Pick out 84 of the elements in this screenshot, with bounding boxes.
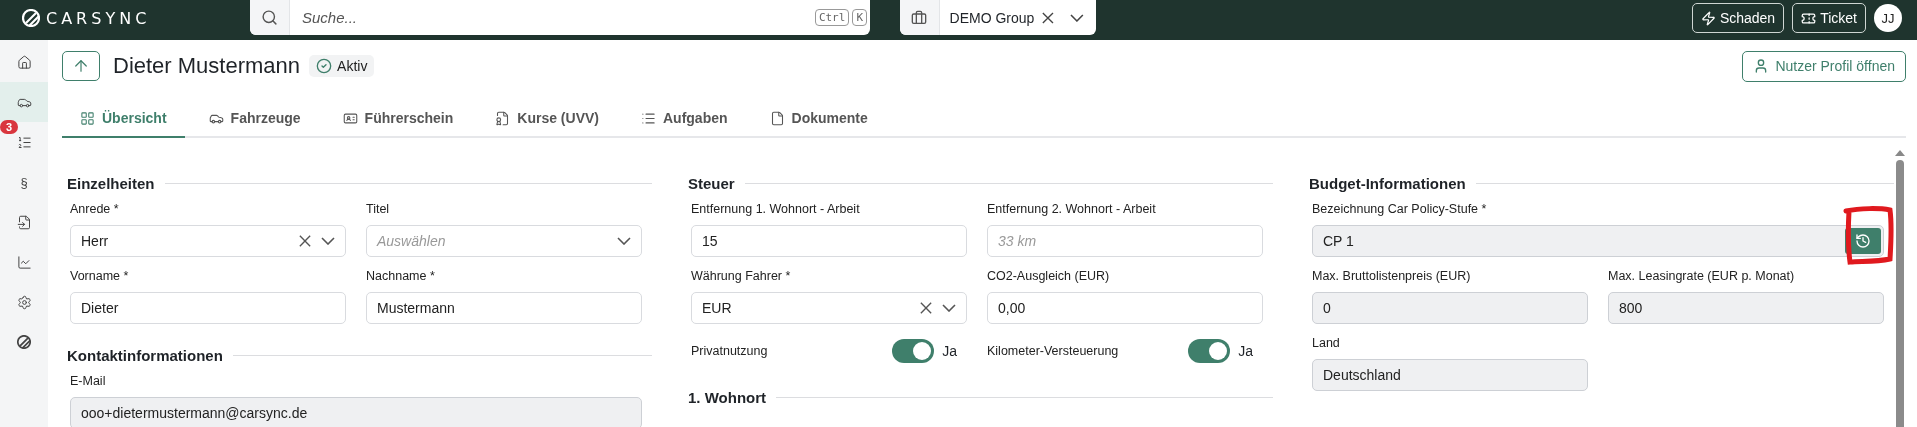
field-label: Land xyxy=(1312,336,1341,351)
damage-button[interactable]: Schaden xyxy=(1691,3,1785,33)
input-field[interactable]: CP 1 xyxy=(1312,225,1884,257)
id-card-icon xyxy=(342,110,358,126)
section-title: Steuer xyxy=(688,174,735,192)
logo-icon xyxy=(22,9,40,27)
select-field[interactable]: EUR xyxy=(691,292,967,324)
clear-icon[interactable] xyxy=(920,302,932,314)
grid-icon xyxy=(80,110,95,126)
input-field[interactable]: Deutschland xyxy=(1312,359,1588,391)
sidebar-item[interactable] xyxy=(0,82,48,122)
page-title: Dieter Mustermann xyxy=(113,53,301,79)
status-badge: Aktiv xyxy=(309,55,375,77)
history-icon xyxy=(1855,233,1871,249)
input-field[interactable]: 0,00 xyxy=(987,292,1263,324)
logo-text: CARSYNC xyxy=(46,8,151,28)
section-title: 1. Wohnort xyxy=(688,388,767,406)
ticket-icon xyxy=(1801,10,1817,26)
field-label: Privatnutzung xyxy=(691,343,768,359)
tab[interactable]: Dokumente xyxy=(751,100,886,138)
tab[interactable]: Führerschein xyxy=(324,100,472,138)
user-avatar[interactable]: JJ xyxy=(1874,4,1902,32)
home-icon xyxy=(16,54,32,70)
scrollbar-thumb[interactable] xyxy=(1896,160,1904,427)
tab[interactable]: Übersicht xyxy=(62,100,185,138)
field-label: Entfernung 2. Wohnort - Arbeit xyxy=(987,202,1157,217)
section-title: Kontaktinformationen xyxy=(67,346,223,364)
chart-icon xyxy=(16,254,32,270)
field-label: Max. Leasingrate (EUR p. Monat) xyxy=(1608,269,1796,284)
briefcase-icon xyxy=(911,9,928,26)
list-icon xyxy=(16,134,32,150)
list-icon xyxy=(641,110,656,126)
input-field[interactable]: Mustermann xyxy=(366,292,642,324)
field-label: Vorname * xyxy=(70,269,130,284)
clear-icon[interactable] xyxy=(1042,11,1055,24)
field-label: Entfernung 1. Wohnort - Arbeit xyxy=(691,202,861,217)
shortcut-key: K xyxy=(852,9,867,26)
open-profile-button[interactable]: Nutzer Profil öffnen xyxy=(1742,50,1906,82)
input-field[interactable]: 800 xyxy=(1608,292,1884,324)
settings-icon xyxy=(16,294,32,310)
chevron-icon xyxy=(617,237,631,245)
count-badge: 3 xyxy=(0,120,19,134)
select-field[interactable]: Herr xyxy=(70,225,346,257)
check-icon xyxy=(316,58,333,74)
chevron-icon xyxy=(942,304,956,312)
sidebar-item[interactable]: § xyxy=(0,162,48,202)
tab[interactable]: Fahrzeuge xyxy=(190,100,319,138)
field-label: E-Mail xyxy=(70,374,107,389)
scroll-up-icon[interactable] xyxy=(1895,150,1905,156)
lightning-icon xyxy=(1700,10,1716,26)
field-label: Titel xyxy=(366,202,391,217)
file-icon xyxy=(16,214,32,230)
input-field[interactable]: Dieter xyxy=(70,292,346,324)
section-title: Einzelheiten xyxy=(67,174,155,192)
ticket-button[interactable]: Ticket xyxy=(1792,3,1866,33)
input-field[interactable]: 0 xyxy=(1312,292,1588,324)
back-button[interactable] xyxy=(62,51,100,81)
field-label: Max. Bruttolistenpreis (EUR) xyxy=(1312,269,1472,284)
chevron-icon xyxy=(1070,13,1084,22)
field-label: Bezeichnung Car Policy-Stufe * xyxy=(1312,202,1488,217)
toggle-switch[interactable] xyxy=(1188,339,1231,363)
tab[interactable]: Aufgaben xyxy=(623,100,746,138)
field-label: Nachname * xyxy=(366,269,436,284)
file-icon xyxy=(769,110,785,126)
input-field[interactable]: ooo+dietermustermann@carsync.de xyxy=(70,397,642,427)
field-label: Kilometer-Versteuerung xyxy=(987,343,1119,359)
toggle-switch[interactable] xyxy=(892,339,935,363)
field-label: Anrede * xyxy=(70,202,120,217)
section-title: Budget-Informationen xyxy=(1309,174,1466,192)
clear-icon[interactable] xyxy=(299,235,311,247)
field-label: CO2-Ausgleich (EUR) xyxy=(987,269,1111,284)
logo-icon xyxy=(17,335,31,349)
chevron-icon xyxy=(321,237,335,245)
toggle-text: Ja xyxy=(1238,343,1253,359)
search-field[interactable]: Suche... Ctrl K xyxy=(250,0,870,35)
tab[interactable]: Kurse (UVV) xyxy=(477,100,617,138)
toggle-text: Ja xyxy=(942,343,957,359)
document-icon xyxy=(495,110,511,126)
sidebar-item[interactable]: 3 xyxy=(0,122,48,162)
field-label: Währung Fahrer * xyxy=(691,269,792,284)
search-icon xyxy=(261,9,278,26)
input-field[interactable]: 15 xyxy=(691,225,967,257)
shortcut-key: Ctrl xyxy=(814,9,850,26)
group-select[interactable]: DEMO Group xyxy=(900,0,1096,35)
